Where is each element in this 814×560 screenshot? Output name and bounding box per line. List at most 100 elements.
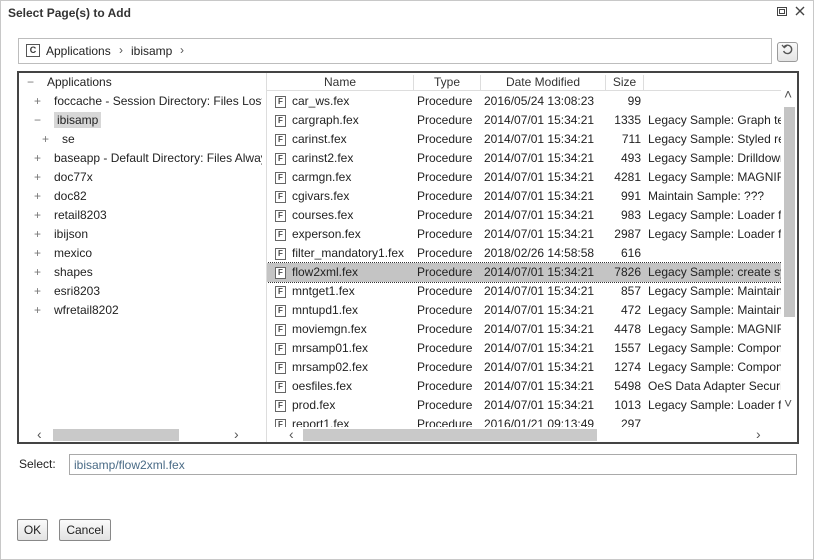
collapse-icon[interactable]: − [34,111,48,130]
tree-item[interactable]: − ibisamp [34,111,102,130]
select-pages-dialog: Select Page(s) to Add C Applications › i… [0,0,814,560]
file-name: mntget1.fex [292,284,355,298]
tree-scroll-thumb[interactable] [53,429,179,441]
scroll-down-icon[interactable]: ˅ [784,396,792,410]
breadcrumb-ibisamp[interactable]: ibisamp [131,44,172,58]
select-path-input[interactable] [69,454,797,475]
table-row[interactable]: Fexperson.fex Procedure 2014/07/01 15:34:2… [267,225,797,244]
tree-item-label[interactable]: mexico [54,246,92,260]
tree-item-label[interactable]: se [62,132,75,146]
file-description: Legacy Sample: Loader fo [648,227,781,241]
file-type: Procedure [417,284,473,298]
table-row[interactable]: Fmntget1.fex Procedure 2014/07/01 15:34:21… [267,282,797,301]
tree-item[interactable]: + mexico [34,244,92,263]
list-vertical-scrollbar[interactable]: ˄ ˅ [781,73,797,442]
column-date-modified[interactable]: Date Modified [481,75,606,91]
table-row[interactable]: Fcgivars.fex Procedure 2014/07/01 15:34:21… [267,187,797,206]
file-type: Procedure [417,398,473,412]
tree-item[interactable]: + retail8203 [34,206,107,225]
column-name[interactable]: Name [267,75,414,91]
file-name: carinst2.fex [292,151,354,165]
scroll-right-icon[interactable]: › [756,427,761,441]
fex-file-icon: F [275,305,286,317]
tree-item[interactable]: + doc82 [34,187,87,206]
column-size[interactable]: Size [606,75,644,91]
expand-icon[interactable]: + [34,282,48,301]
file-date-modified: 2014/07/01 15:34:21 [484,360,595,374]
tree-item[interactable]: + shapes [34,263,93,282]
expand-icon[interactable]: + [34,149,48,168]
table-row[interactable]: Fcourses.fex Procedure 2014/07/01 15:34:21… [267,206,797,225]
tree-item-label[interactable]: wfretail8202 [54,303,119,317]
table-row[interactable]: Fcarinst.fex Procedure 2014/07/01 15:34:21… [267,130,797,149]
file-name: cgivars.fex [292,189,350,203]
column-description[interactable] [644,75,782,91]
tree-item[interactable]: + foccache - Session Directory: Files Los… [34,92,262,111]
tree-item-label[interactable]: ibisamp [54,112,102,128]
expand-icon[interactable]: + [34,301,48,320]
expand-icon[interactable]: + [34,92,48,111]
list-scroll-thumb[interactable] [784,107,795,317]
tree-item[interactable]: + doc77x [34,168,93,187]
expand-icon[interactable]: + [34,225,48,244]
table-row[interactable]: Fprod.fex Procedure 2014/07/01 15:34:21 101… [267,396,797,415]
tree-item-label[interactable]: doc77x [54,170,93,184]
file-type: Procedure [417,208,473,222]
tree-horizontal-scrollbar[interactable]: ‹ › [19,427,262,441]
scroll-left-icon[interactable]: ‹ [289,427,294,441]
tree-item-label[interactable]: retail8203 [54,208,107,222]
table-row[interactable]: Fcargraph.fex Procedure 2014/07/01 15:34:2… [267,111,797,130]
fex-file-icon: F [275,400,286,412]
refresh-button[interactable] [777,42,798,62]
file-size: 7826 [614,265,641,279]
tree-item[interactable]: + se [42,130,75,149]
tree-item[interactable]: + wfretail8202 [34,301,119,320]
scroll-right-icon[interactable]: › [234,427,239,441]
tree-item-label[interactable]: doc82 [54,189,87,203]
tree-item-label[interactable]: foccache - Session Directory: Files Lost [54,94,262,108]
tree-item-label[interactable]: ibijson [54,227,88,241]
tree-item-label[interactable]: esri8203 [54,284,100,298]
dialog-title: Select Page(s) to Add [8,6,131,20]
expand-icon[interactable]: + [34,263,48,282]
tree-item-label[interactable]: baseapp - Default Directory: Files Alway [54,151,262,165]
expand-icon[interactable]: + [34,187,48,206]
file-list: Name Type Date Modified Size Fcar_ws.fex… [266,73,797,442]
scroll-up-icon[interactable]: ˄ [784,87,792,101]
file-size: 472 [620,303,641,317]
expand-icon[interactable]: + [34,168,48,187]
table-row[interactable]: Fmrsamp02.fex Procedure 2014/07/01 15:34:2… [267,358,797,377]
expand-icon[interactable]: + [34,206,48,225]
ok-button[interactable]: OK [17,519,48,541]
table-row[interactable]: Foesfiles.fex Procedure 2014/07/01 15:34:2… [267,377,797,396]
tree-item[interactable]: + ibijson [34,225,88,244]
expand-icon[interactable]: + [34,244,48,263]
tree-item-label[interactable]: shapes [54,265,93,279]
table-row[interactable]: Fmntupd1.fex Procedure 2014/07/01 15:34:21… [267,301,797,320]
close-icon[interactable] [792,5,808,21]
file-date-modified: 2018/02/26 14:58:58 [484,246,595,260]
table-row[interactable]: Fflow2xml.fex Procedure 2014/07/01 15:34:2… [267,262,797,283]
table-row[interactable]: Fcarinst2.fex Procedure 2014/07/01 15:34:2… [267,149,797,168]
expand-icon[interactable]: + [42,130,56,149]
file-name: moviemgn.fex [292,322,367,336]
collapse-icon[interactable]: − [27,73,41,92]
app-root-icon[interactable]: C [26,44,40,57]
scroll-left-icon[interactable]: ‹ [37,427,42,441]
tree-item[interactable]: + esri8203 [34,282,100,301]
tree-item[interactable]: − Applications [27,73,112,92]
tree-item[interactable]: + baseapp - Default Directory: Files Alwa… [34,149,262,168]
table-row[interactable]: Fmoviemgn.fex Procedure 2014/07/01 15:34:2… [267,320,797,339]
table-row[interactable]: Fcarmgn.fex Procedure 2014/07/01 15:34:21 4… [267,168,797,187]
table-row[interactable]: Fmrsamp01.fex Procedure 2014/07/01 15:34:2… [267,339,797,358]
cancel-button[interactable]: Cancel [59,519,111,541]
tree-item-label[interactable]: Applications [47,75,112,89]
table-row[interactable]: Ffilter_mandatory1.fex Procedure 2018/02/2… [267,244,797,263]
restore-icon[interactable] [774,5,790,21]
list-horizontal-scrollbar[interactable]: ‹ › [267,427,781,441]
breadcrumb-applications[interactable]: Applications [46,44,111,58]
table-row[interactable]: Fcar_ws.fex Procedure 2016/05/24 13:08:23 9… [267,92,797,111]
column-type[interactable]: Type [414,75,481,91]
list-scroll-thumb-horizontal[interactable] [303,429,597,441]
chevron-right-icon[interactable]: › [180,43,184,57]
